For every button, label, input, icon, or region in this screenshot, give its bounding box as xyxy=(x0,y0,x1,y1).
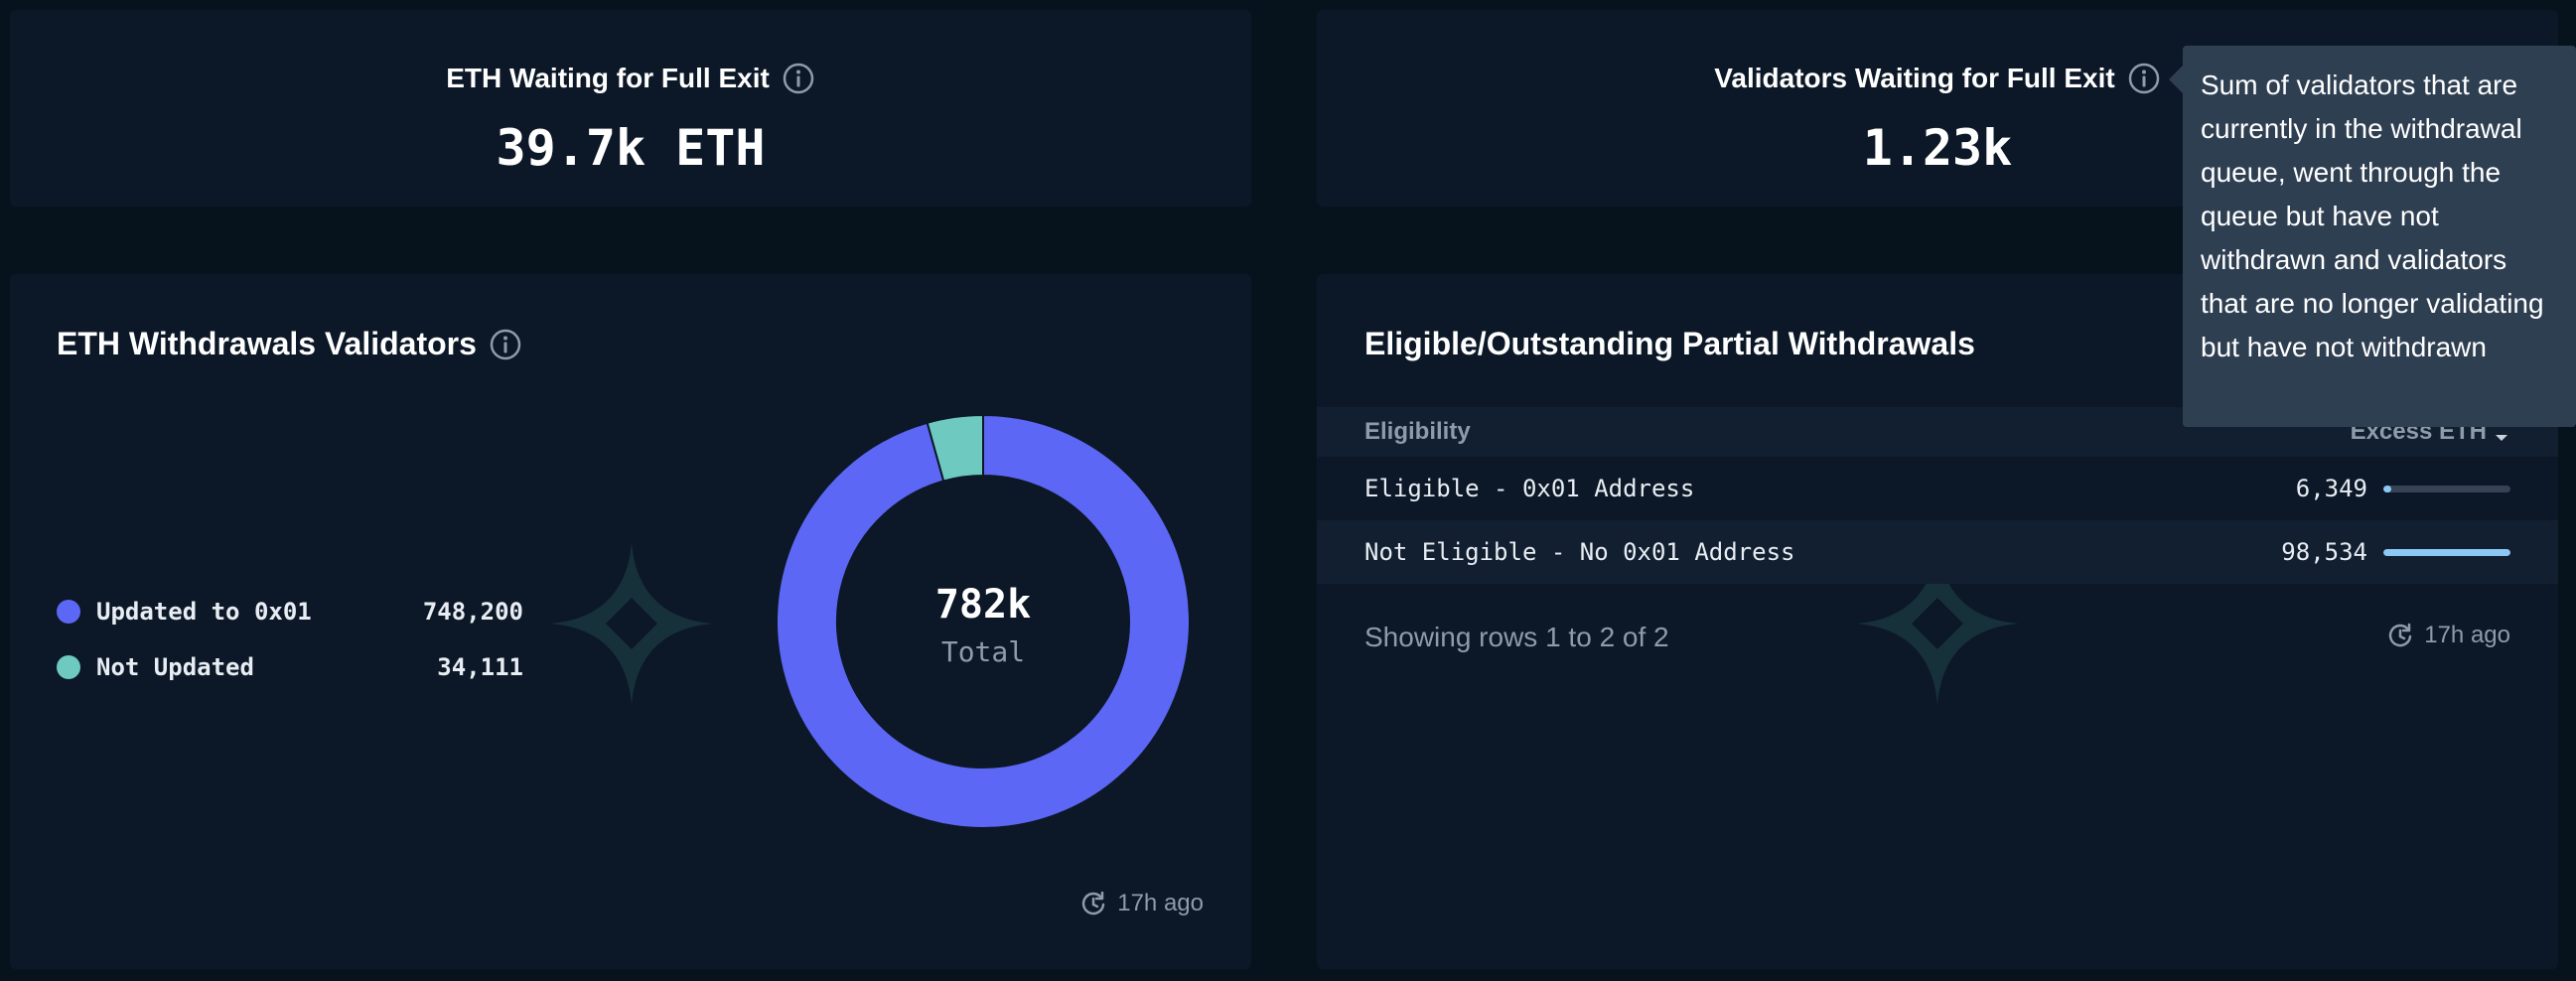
table-row[interactable]: Not Eligible - No 0x01 Address 98,534 xyxy=(1317,520,2558,584)
row-label: Eligible - 0x01 Address xyxy=(1364,475,1695,502)
row-value: 98,534 xyxy=(2281,538,2367,566)
row-bar-fill xyxy=(2383,485,2392,492)
partial-withdrawals-title: Eligible/Outstanding Partial Withdrawals xyxy=(1364,326,1975,361)
row-bar-fill xyxy=(2383,548,2510,556)
eth-waiting-card: ETH Waiting for Full Exit 39.7k ETH xyxy=(10,10,1251,207)
validators-waiting-title: Validators Waiting for Full Exit xyxy=(1714,63,2115,93)
withdrawals-validators-card: ETH Withdrawals Validators Updated to 0x… xyxy=(10,274,1251,969)
info-icon[interactable] xyxy=(782,62,815,95)
legend-label: Not Updated xyxy=(96,653,254,681)
sparkle-logo-icon xyxy=(550,542,713,705)
row-bar xyxy=(2383,548,2510,556)
donut-total-label: Total xyxy=(940,635,1026,668)
withdrawals-validators-heading: ETH Withdrawals Validators xyxy=(57,326,522,362)
legend-label: Updated to 0x01 xyxy=(96,598,312,626)
partial-withdrawals-heading: Eligible/Outstanding Partial Withdrawals xyxy=(1364,326,1975,362)
withdrawals-validators-title: ETH Withdrawals Validators xyxy=(57,326,477,361)
eth-waiting-title-row: ETH Waiting for Full Exit xyxy=(10,62,1251,95)
legend-value: 748,200 xyxy=(422,598,523,626)
table-row[interactable]: Eligible - 0x01 Address 6,349 xyxy=(1317,457,2558,520)
tooltip-arrow xyxy=(2169,66,2183,93)
donut-total-value: 782k xyxy=(934,582,1032,628)
last-updated-text: 17h ago xyxy=(2424,622,2510,648)
legend-item-not-updated[interactable]: Not Updated 34,111 xyxy=(57,639,523,695)
chart-legend: Updated to 0x01 748,200 Not Updated 34,1… xyxy=(57,584,523,695)
row-bar xyxy=(2383,485,2510,492)
refresh-clock-icon[interactable] xyxy=(1079,890,1107,917)
row-value: 6,349 xyxy=(2295,475,2367,502)
legend-swatch-not-updated xyxy=(57,655,80,679)
info-icon[interactable] xyxy=(2127,62,2161,95)
legend-item-updated[interactable]: Updated to 0x01 748,200 xyxy=(57,584,523,639)
eth-waiting-title: ETH Waiting for Full Exit xyxy=(446,63,770,93)
row-label: Not Eligible - No 0x01 Address xyxy=(1364,538,1795,566)
last-updated-text: 17h ago xyxy=(1117,890,1204,916)
last-updated: 17h ago xyxy=(2386,622,2510,649)
legend-value: 34,111 xyxy=(437,653,523,681)
eth-waiting-value: 39.7k ETH xyxy=(496,119,766,177)
pagination-summary: Showing rows 1 to 2 of 2 xyxy=(1364,622,1669,652)
info-tooltip: Sum of validators that are currently in … xyxy=(2183,46,2576,427)
info-icon[interactable] xyxy=(489,328,522,361)
refresh-clock-icon[interactable] xyxy=(2386,622,2414,649)
legend-swatch-updated xyxy=(57,600,80,624)
last-updated: 17h ago xyxy=(1079,890,1204,917)
